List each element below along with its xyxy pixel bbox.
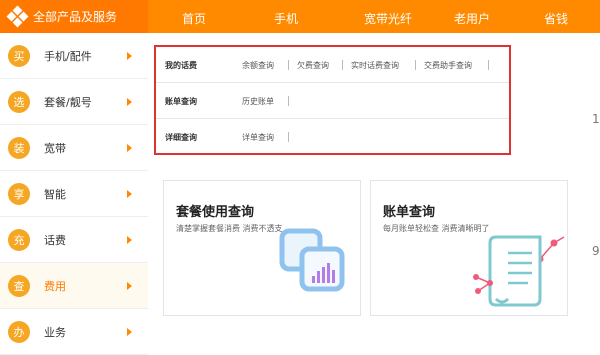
divider	[288, 96, 289, 106]
sidebar-item-label: 智能	[44, 187, 66, 201]
menu-row-bill-query: 账单查询 历史账单	[156, 83, 509, 119]
fee-query-panel: 我的话费 余额查询 欠费查询 实时话费查询 交费助手查询 账单查询 历史账单 详…	[148, 33, 600, 355]
badge-icon: 查	[8, 274, 30, 297]
card-bill-query[interactable]: 账单查询 每月账单轻松查 消费清晰明了	[370, 180, 568, 316]
nav-save-money[interactable]: 省钱	[544, 10, 568, 27]
sidebar-item-label: 手机/配件	[44, 49, 92, 63]
diamond-grid-icon	[6, 5, 29, 27]
menu-row-my-fees: 我的话费 余额查询 欠费查询 实时话费查询 交费助手查询	[156, 47, 509, 83]
card-description: 清楚掌握套餐消费 消费不透支	[176, 224, 283, 233]
clipped-text-fragment: 9	[592, 244, 600, 258]
sidebar-item-services[interactable]: 办 业务	[0, 309, 148, 355]
divider	[415, 60, 416, 70]
row-title: 账单查询	[165, 96, 197, 106]
sidebar-item-label: 业务	[44, 325, 66, 339]
chevron-right-icon	[127, 235, 132, 244]
link-history-bill[interactable]: 历史账单	[242, 96, 274, 107]
all-products-menu[interactable]: 全部产品及服务	[0, 0, 148, 33]
card-package-usage[interactable]: 套餐使用查询 清楚掌握套餐消费 消费不透支	[163, 180, 361, 316]
row-title: 详细查询	[165, 132, 197, 142]
link-balance-query[interactable]: 余额查询	[242, 60, 274, 71]
link-realtime-fee-query[interactable]: 实时话费查询	[351, 60, 399, 71]
chevron-right-icon	[127, 281, 132, 290]
sidebar-item-fees[interactable]: 查 费用	[0, 263, 148, 309]
link-detail-list-query[interactable]: 详单查询	[242, 132, 274, 143]
link-payment-assistant-query[interactable]: 交费助手查询	[424, 60, 472, 71]
chevron-right-icon	[127, 97, 132, 106]
badge-icon: 选	[8, 90, 30, 113]
sidebar-item-broadband[interactable]: 装 宽带	[0, 125, 148, 171]
chevron-right-icon	[127, 189, 132, 198]
sidebar-item-label: 套餐/靓号	[44, 95, 92, 109]
badge-icon: 买	[8, 44, 30, 67]
nav-home[interactable]: 首页	[182, 10, 206, 27]
sidebar-item-plans[interactable]: 选 套餐/靓号	[0, 79, 148, 125]
row-title: 我的话费	[165, 60, 197, 70]
package-usage-icon	[279, 228, 345, 292]
category-sidebar: 买 手机/配件 选 套餐/靓号 装 宽带 享 智能 充 话费 查 费用 办 业务	[0, 33, 148, 355]
sidebar-item-label: 宽带	[44, 141, 66, 155]
divider	[288, 132, 289, 142]
nav-existing-users[interactable]: 老用户	[454, 10, 490, 27]
nav-broadband[interactable]: 宽带光纤	[364, 10, 412, 27]
chevron-right-icon	[127, 327, 132, 336]
badge-icon: 装	[8, 136, 30, 159]
sidebar-item-label: 费用	[44, 279, 66, 293]
sidebar-item-label: 话费	[44, 233, 66, 247]
link-arrears-query[interactable]: 欠费查询	[297, 60, 329, 71]
all-products-label: 全部产品及服务	[33, 10, 118, 24]
bill-scroll-icon	[473, 235, 565, 307]
nav-phone[interactable]: 手机	[274, 10, 298, 27]
menu-row-detail-query: 详细查询 详单查询	[156, 119, 509, 155]
card-title: 套餐使用查询	[176, 205, 255, 220]
chevron-right-icon	[127, 143, 132, 152]
divider	[488, 60, 489, 70]
sidebar-item-topup[interactable]: 充 话费	[0, 217, 148, 263]
sidebar-item-phones[interactable]: 买 手机/配件	[0, 33, 148, 79]
badge-icon: 充	[8, 228, 30, 251]
highlighted-query-menu: 我的话费 余额查询 欠费查询 实时话费查询 交费助手查询 账单查询 历史账单 详…	[154, 45, 511, 155]
chevron-right-icon	[127, 51, 132, 60]
card-title: 账单查询	[383, 205, 436, 220]
top-nav-bar: 全部产品及服务 首页 手机 宽带光纤 老用户 省钱	[0, 0, 600, 33]
badge-icon: 享	[8, 182, 30, 205]
divider	[342, 60, 343, 70]
sidebar-item-smart[interactable]: 享 智能	[0, 171, 148, 217]
badge-icon: 办	[8, 320, 30, 343]
divider	[288, 60, 289, 70]
clipped-text-fragment: 1	[592, 112, 600, 126]
